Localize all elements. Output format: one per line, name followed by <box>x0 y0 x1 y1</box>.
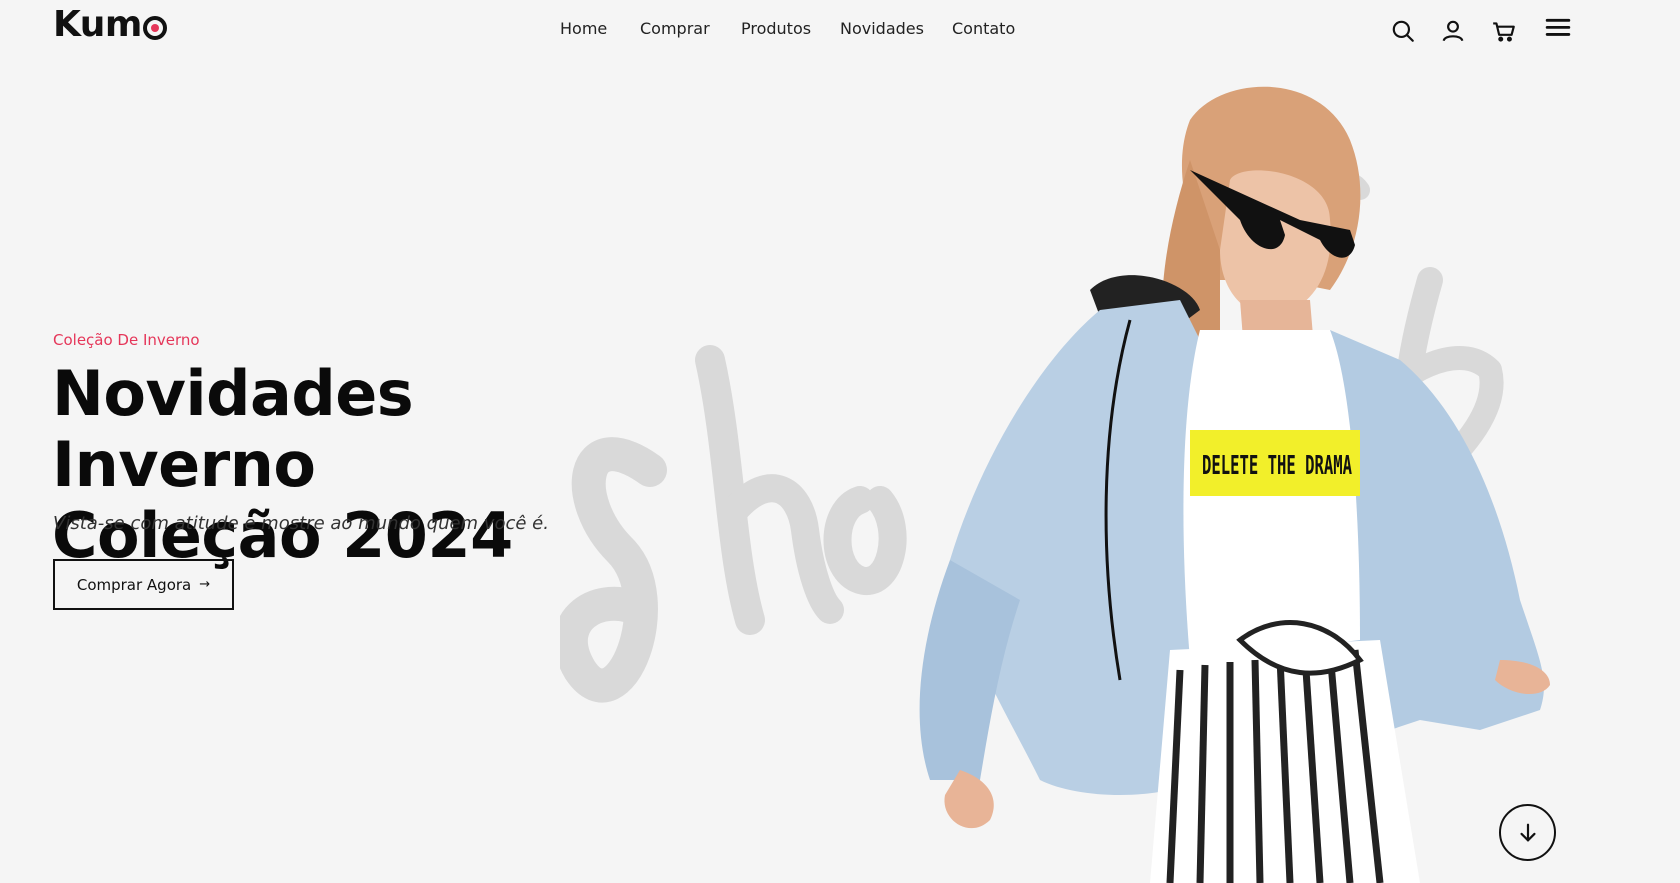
hero-title-line1: Novidades Inverno <box>52 357 414 501</box>
search-icon[interactable] <box>1390 18 1416 44</box>
page: DELETE THE DRAMA Kum Home Comprar Produt… <box>0 0 1680 883</box>
arrow-down-icon <box>1519 823 1536 841</box>
nav-item-produtos[interactable]: Produtos <box>741 19 811 38</box>
shop-now-label: Comprar Agora <box>76 575 192 594</box>
hero-title: Novidades Inverno Coleção 2024 <box>52 358 692 571</box>
hero-eyebrow: Coleção De Inverno <box>53 331 200 349</box>
tshirt-print: DELETE THE DRAMA <box>1202 451 1352 481</box>
cart-icon[interactable] <box>1491 18 1517 44</box>
logo-dot-icon <box>142 15 167 40</box>
nav-item-home[interactable]: Home <box>560 19 607 38</box>
nav-item-comprar[interactable]: Comprar <box>640 19 710 38</box>
menu-icon[interactable] <box>1545 16 1571 42</box>
user-icon[interactable] <box>1440 18 1466 44</box>
hero-model-image: DELETE THE DRAMA <box>919 86 1550 883</box>
shop-now-button[interactable]: Comprar Agora → <box>53 559 234 610</box>
nav-item-contato[interactable]: Contato <box>952 19 1015 38</box>
brand-logo[interactable]: Kum <box>53 4 167 45</box>
site-header: Kum Home Comprar Produtos Novidades Cont… <box>0 0 1680 60</box>
nav-item-novidades[interactable]: Novidades <box>840 19 924 38</box>
hero-subtitle: Vista-se com atitude e mostre ao mundo q… <box>53 513 549 534</box>
brand-name: Kum <box>53 4 142 45</box>
arrow-right-icon: → <box>199 577 211 592</box>
scroll-down-button[interactable] <box>1499 804 1556 861</box>
